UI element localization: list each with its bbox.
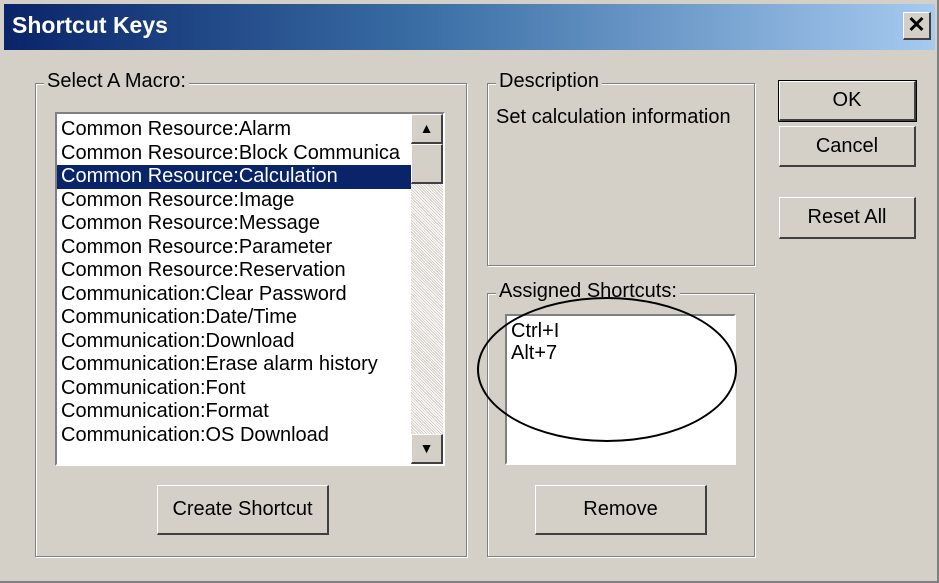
window-title: Shortcut Keys <box>12 12 168 38</box>
macro-list-item[interactable]: Common Resource:Block Communica <box>57 142 411 166</box>
create-shortcut-button[interactable]: Create Shortcut <box>157 485 329 535</box>
shortcuts-list: Ctrl+I Alt+7 <box>507 316 734 364</box>
ok-button[interactable]: OK <box>778 80 917 122</box>
macro-list-item[interactable]: Common Resource:Image <box>57 189 411 213</box>
macro-list-scrollbar[interactable]: ▲ ▼ <box>411 114 443 464</box>
description-group: Description Set calculation information <box>487 70 755 266</box>
scroll-thumb[interactable] <box>411 144 443 184</box>
macro-list-item[interactable]: Common Resource:Alarm <box>57 118 411 142</box>
macro-list-item[interactable]: Communication:Erase alarm history <box>57 353 411 377</box>
macro-list-item[interactable]: Communication:OS Download <box>57 424 411 448</box>
macro-list-item-selected[interactable]: Common Resource:Calculation <box>57 165 411 189</box>
macro-list-item[interactable]: Common Resource:Reservation <box>57 259 411 283</box>
select-macro-label: Select A Macro: <box>44 70 189 93</box>
assigned-shortcuts-label: Assigned Shortcuts: <box>496 280 680 303</box>
macro-list-item[interactable]: Communication:Format <box>57 400 411 424</box>
cancel-button[interactable]: Cancel <box>779 126 916 167</box>
macro-listbox[interactable]: Common Resource:Alarm Common Resource:Bl… <box>55 112 445 466</box>
macro-list-item[interactable]: Communication:Date/Time <box>57 306 411 330</box>
macro-list: Common Resource:Alarm Common Resource:Bl… <box>57 118 411 447</box>
shortcut-list-item[interactable]: Ctrl+I <box>507 320 734 342</box>
reset-all-button[interactable]: Reset All <box>779 197 916 239</box>
close-icon[interactable]: ✕ <box>903 12 931 40</box>
shortcut-list-item[interactable]: Alt+7 <box>507 342 734 364</box>
shortcut-keys-dialog: Shortcut Keys ✕ Select A Macro: Common R… <box>0 0 939 583</box>
macro-list-item[interactable]: Communication:Clear Password <box>57 283 411 307</box>
scroll-up-icon[interactable]: ▲ <box>411 114 443 144</box>
description-text: Set calculation information <box>496 106 731 128</box>
title-bar[interactable]: Shortcut Keys ✕ <box>4 4 935 50</box>
shortcuts-listbox[interactable]: Ctrl+I Alt+7 <box>505 314 736 465</box>
scroll-down-icon[interactable]: ▼ <box>411 434 443 464</box>
remove-button[interactable]: Remove <box>535 485 707 535</box>
macro-list-item[interactable]: Common Resource:Message <box>57 212 411 236</box>
description-label: Description <box>496 70 603 93</box>
macro-list-item[interactable]: Common Resource:Parameter <box>57 236 411 260</box>
macro-list-item[interactable]: Communication:Font <box>57 377 411 401</box>
macro-list-item[interactable]: Communication:Download <box>57 330 411 354</box>
